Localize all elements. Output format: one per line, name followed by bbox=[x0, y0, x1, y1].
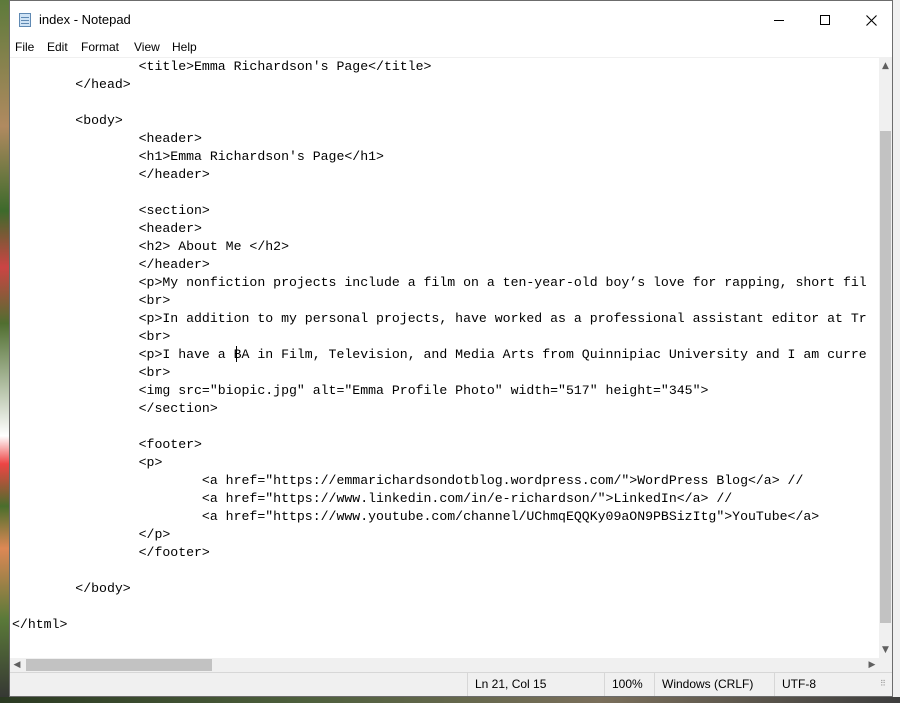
status-cursor-position: Ln 21, Col 15 bbox=[467, 673, 612, 696]
scroll-up-arrow-icon[interactable]: ▲ bbox=[879, 57, 892, 74]
horizontal-scrollbar[interactable]: ◀ ▶ bbox=[10, 658, 879, 672]
notepad-window: index - Notepad File Edit Format View He… bbox=[9, 0, 893, 697]
notepad-icon[interactable] bbox=[19, 13, 31, 27]
status-line-endings: Windows (CRLF) bbox=[654, 673, 774, 696]
editor-text[interactable]: <title>Emma Richardson's Page</title> </… bbox=[12, 58, 867, 634]
status-zoom: 100% bbox=[604, 673, 654, 696]
minimize-icon bbox=[774, 19, 784, 21]
scroll-down-arrow-icon[interactable]: ▼ bbox=[879, 641, 892, 658]
desktop-background-left bbox=[0, 0, 9, 703]
menu-edit[interactable]: Edit bbox=[47, 40, 68, 54]
menu-bar: File Edit Format View Help bbox=[10, 39, 892, 57]
status-bar: Ln 21, Col 15 100% Windows (CRLF) UTF-8 … bbox=[10, 672, 892, 696]
title-bar[interactable]: index - Notepad bbox=[10, 1, 892, 39]
menu-view[interactable]: View bbox=[134, 40, 160, 54]
close-icon bbox=[865, 14, 877, 26]
scroll-left-arrow-icon[interactable]: ◀ bbox=[10, 658, 24, 672]
menu-help[interactable]: Help bbox=[172, 40, 197, 54]
maximize-icon bbox=[820, 15, 830, 25]
maximize-button[interactable] bbox=[802, 1, 848, 39]
status-encoding: UTF-8 bbox=[774, 673, 874, 696]
scrollbar-corner bbox=[879, 658, 892, 672]
desktop-background-right bbox=[893, 0, 900, 703]
vertical-scrollbar[interactable]: ▲ ▼ bbox=[879, 57, 892, 658]
vertical-scroll-thumb[interactable] bbox=[880, 131, 891, 623]
text-caret bbox=[236, 346, 237, 362]
scroll-right-arrow-icon[interactable]: ▶ bbox=[865, 658, 879, 672]
minimize-button[interactable] bbox=[756, 1, 802, 39]
menu-file[interactable]: File bbox=[15, 40, 34, 54]
desktop-background-bottom bbox=[0, 697, 900, 703]
close-button[interactable] bbox=[848, 1, 894, 39]
horizontal-scroll-thumb[interactable] bbox=[26, 659, 212, 671]
window-title: index - Notepad bbox=[39, 12, 131, 27]
text-editor[interactable]: <title>Emma Richardson's Page</title> </… bbox=[10, 57, 879, 659]
resize-grip-icon[interactable]: ⠿ bbox=[880, 680, 890, 693]
menu-format[interactable]: Format bbox=[81, 40, 119, 54]
